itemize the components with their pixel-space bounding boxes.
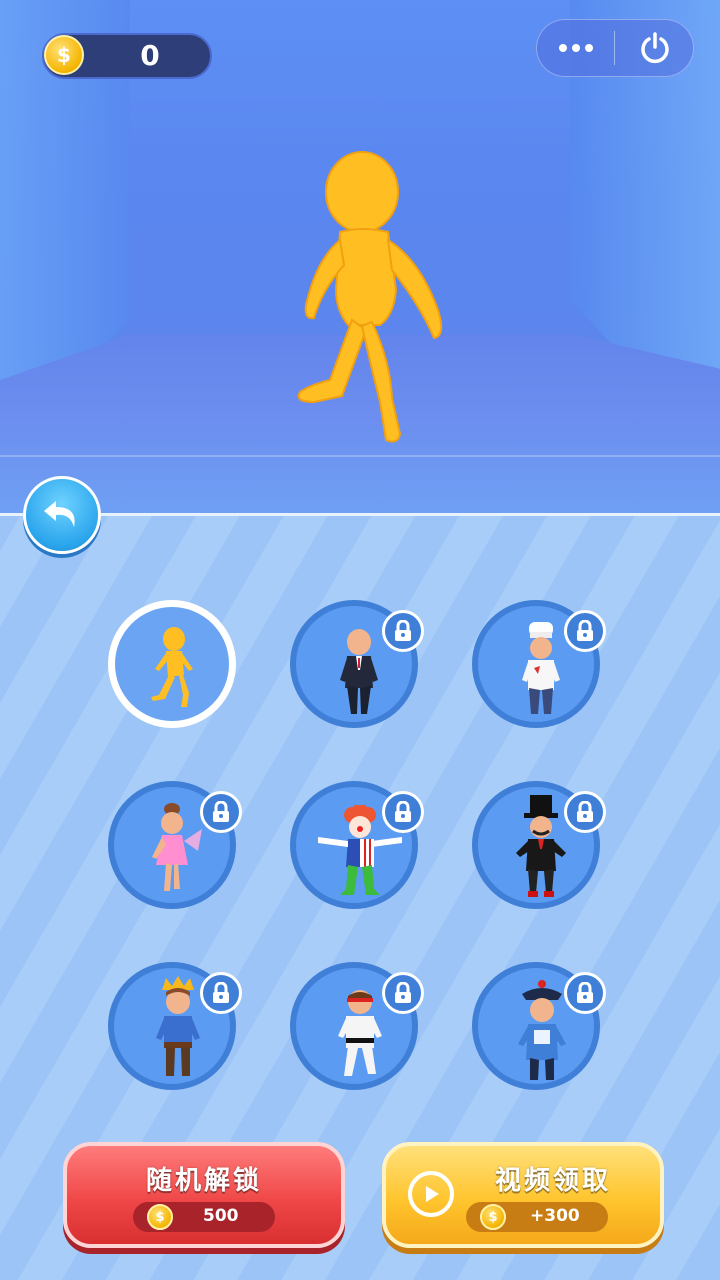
lock-icon: [382, 791, 424, 833]
lock-icon: [382, 610, 424, 652]
more-dots-icon[interactable]: [548, 24, 603, 72]
lock-icon: [200, 791, 242, 833]
qing-official-character-icon: [518, 980, 566, 1080]
lock-icon: [564, 791, 606, 833]
character-slot-qing-official[interactable]: [472, 962, 606, 1090]
character-slot-chef[interactable]: [472, 600, 606, 728]
random-unlock-price: 500: [203, 1206, 239, 1226]
capsule-separator: [614, 31, 615, 65]
prince-character-icon: [156, 976, 200, 1076]
coin-icon: $: [44, 35, 84, 75]
back-arrow-icon: [44, 501, 75, 527]
random-unlock-label: 随机解锁: [145, 1166, 262, 1196]
businessman-character-icon: [340, 629, 378, 714]
lock-icon: [564, 972, 606, 1014]
lock-icon: [564, 610, 606, 652]
character-slot-default[interactable]: [108, 600, 236, 728]
coin-count: 0: [140, 39, 160, 72]
character-slot-prince[interactable]: [108, 962, 242, 1090]
character-slot-magician[interactable]: [472, 781, 606, 909]
character-slot-karate[interactable]: [290, 962, 424, 1090]
scene-floor-edge: [0, 455, 720, 457]
lock-icon: [200, 972, 242, 1014]
coin-icon: $: [480, 1204, 506, 1230]
video-reward-amount: +300: [530, 1206, 580, 1226]
character-slot-businessman[interactable]: [290, 600, 424, 728]
chef-character-icon: [522, 622, 560, 714]
lock-icon: [382, 972, 424, 1014]
power-icon[interactable]: [627, 24, 682, 72]
character-slot-fairy[interactable]: [108, 781, 242, 909]
character-slot-clown[interactable]: [290, 781, 424, 909]
back-button[interactable]: [23, 476, 101, 554]
preview-character[interactable]: [270, 140, 470, 450]
fairy-character-icon: [152, 803, 202, 891]
random-unlock-button[interactable]: 随机解锁 $ 500: [63, 1142, 345, 1248]
magician-character-icon: [516, 795, 566, 897]
coin-icon: $: [147, 1204, 173, 1230]
video-reward-label: 视频领取: [494, 1166, 611, 1196]
karate-character-icon: [338, 990, 382, 1076]
play-video-icon: [408, 1171, 454, 1217]
default-character-icon: [151, 627, 193, 707]
